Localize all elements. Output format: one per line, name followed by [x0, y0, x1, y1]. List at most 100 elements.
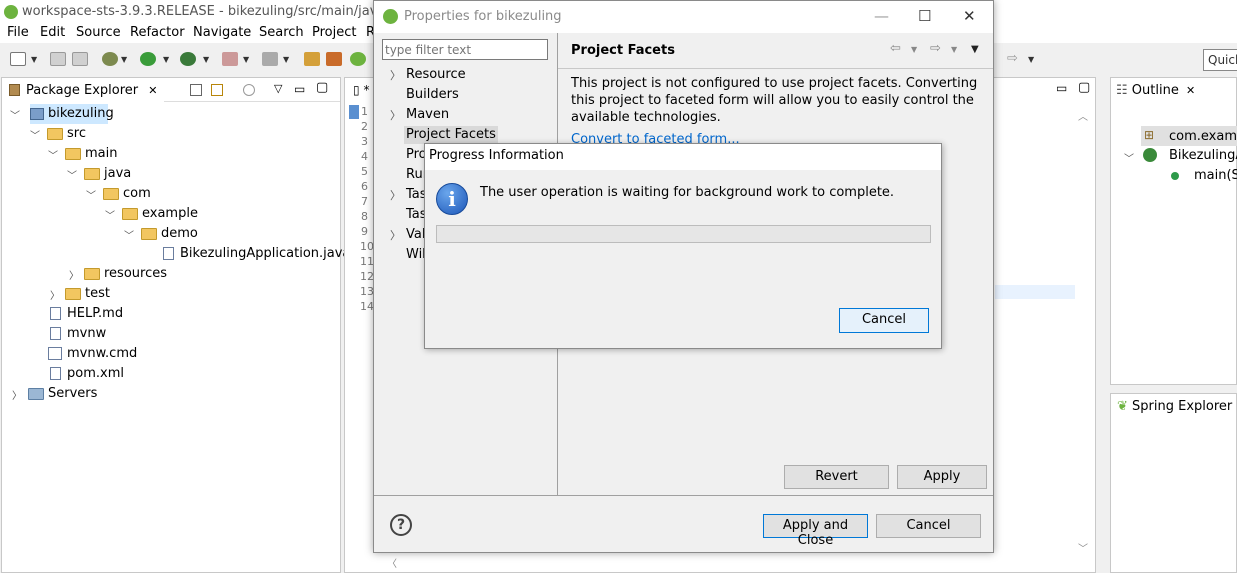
chevron-down-icon[interactable]: ﹀ [105, 207, 115, 222]
menu-search[interactable]: Search [259, 25, 304, 40]
focus-icon[interactable] [243, 84, 255, 96]
quick-access-input[interactable]: Quick [1203, 49, 1237, 71]
chevron-down-icon[interactable]: ▼ [203, 55, 209, 64]
save-icon[interactable] [50, 52, 66, 66]
spring-dashboard-icon[interactable] [350, 52, 366, 66]
minimize-icon[interactable]: — [874, 7, 889, 25]
scroll-up-icon[interactable]: ︿ [1078, 108, 1088, 123]
tree-item-label: BikezulingApplication.java [180, 246, 351, 261]
debug-icon[interactable] [102, 52, 118, 66]
maximize-icon[interactable]: ▢ [316, 80, 328, 95]
chevron-down-icon[interactable]: ▼ [283, 55, 289, 64]
chevron-down-icon[interactable]: ﹀ [86, 187, 96, 202]
chevron-down-icon[interactable]: ▼ [911, 45, 917, 54]
tab-label: Spring Explorer [1132, 399, 1233, 414]
line-number: 14 [360, 300, 374, 313]
apply-button[interactable]: Apply [897, 465, 987, 489]
outline-item-label[interactable]: BikezulingA [1169, 148, 1237, 163]
chevron-right-icon[interactable]: 〉 [12, 387, 22, 402]
chevron-right-icon[interactable]: 〉 [390, 107, 401, 123]
save-all-icon[interactable] [72, 52, 88, 66]
chevron-down-icon[interactable]: ﹀ [48, 147, 58, 162]
maximize-icon[interactable]: ▢ [1078, 80, 1090, 95]
chevron-down-icon[interactable]: ▼ [31, 55, 37, 64]
chevron-down-icon[interactable]: ﹀ [10, 107, 20, 122]
menu-refactor[interactable]: Refactor [130, 25, 185, 40]
filter-input[interactable] [382, 39, 548, 60]
chevron-right-icon[interactable]: 〉 [390, 187, 401, 203]
package-explorer-icon [9, 84, 20, 96]
forward-arrow-icon[interactable]: ⇨ [1007, 51, 1018, 66]
servers-icon[interactable] [262, 52, 278, 66]
view-menu-icon[interactable]: ▼ [971, 44, 979, 55]
nav-item-project-facets[interactable]: Project Facets [404, 126, 498, 144]
help-icon[interactable]: ? [390, 514, 412, 536]
close-icon[interactable]: ✕ [148, 84, 157, 97]
outline-selected-row[interactable]: ⊞ com.examp [1141, 126, 1237, 146]
line-number: 8 [361, 210, 368, 223]
chevron-down-icon[interactable]: ▼ [243, 55, 249, 64]
tree-item-label: HELP.md [67, 306, 124, 321]
chevron-down-icon[interactable]: ﹀ [1124, 150, 1134, 165]
tab-spring-explorer[interactable]: ❦ Spring Explorer [1117, 399, 1232, 414]
revert-button[interactable]: Revert [784, 465, 889, 489]
chevron-right-icon[interactable]: 〉 [390, 227, 401, 243]
menu-edit[interactable]: Edit [40, 25, 65, 40]
spring-logo-icon [383, 9, 398, 24]
minimize-icon[interactable]: ▭ [294, 82, 305, 96]
tree-item-label: src [67, 126, 86, 141]
change-marker [349, 105, 359, 119]
tab-outline[interactable]: ☷ Outline ✕ [1116, 83, 1195, 98]
tab-package-explorer[interactable]: Package Explorer ✕ [2, 78, 164, 102]
link-with-editor-icon[interactable] [211, 84, 223, 96]
menu-navigate[interactable]: Navigate [193, 25, 251, 40]
new-spring-project-icon[interactable] [304, 52, 320, 66]
view-menu-icon[interactable]: ▽ [274, 82, 282, 95]
back-arrow-icon[interactable]: ⇦ [890, 41, 901, 56]
forward-arrow-icon[interactable]: ⇨ [930, 41, 941, 56]
menu-project[interactable]: Project [312, 25, 356, 40]
menu-file[interactable]: File [7, 25, 29, 40]
apply-and-close-button[interactable]: Apply and Close [763, 514, 868, 548]
outline-item-label: com.examp [1169, 129, 1237, 144]
chevron-right-icon[interactable]: 〉 [50, 287, 60, 302]
scroll-down-icon[interactable]: ﹀ [1078, 540, 1088, 555]
close-icon[interactable]: ✕ [963, 7, 976, 25]
menu-source[interactable]: Source [76, 25, 121, 40]
scroll-left-icon[interactable]: 〈 [387, 555, 397, 570]
line-number: 12 [360, 270, 374, 283]
divider [374, 495, 993, 496]
chevron-down-icon[interactable]: ﹀ [67, 167, 77, 182]
minimize-icon[interactable]: ▭ [1056, 81, 1067, 95]
line-number: 1 [361, 105, 368, 118]
line-number: 6 [361, 180, 368, 193]
maximize-icon[interactable]: ☐ [918, 7, 931, 25]
editor-tab[interactable]: ▯ * [353, 83, 369, 97]
info-icon: i [436, 183, 468, 215]
cmd-file-icon [48, 347, 62, 360]
new-icon[interactable] [10, 52, 26, 66]
run-icon[interactable] [140, 52, 156, 66]
chevron-right-icon[interactable]: 〉 [390, 67, 401, 83]
chevron-right-icon[interactable]: 〉 [69, 267, 79, 282]
chevron-down-icon[interactable]: ▼ [951, 45, 957, 54]
chevron-down-icon[interactable]: ﹀ [30, 127, 40, 142]
outline-item-label[interactable]: main(St [1194, 168, 1237, 183]
nav-item-maven[interactable]: Maven [404, 106, 451, 124]
markdown-file-icon [50, 307, 61, 320]
close-icon[interactable]: ✕ [1186, 84, 1195, 97]
open-type-icon[interactable] [326, 52, 342, 66]
stop-icon[interactable] [222, 52, 238, 66]
progress-cancel-button[interactable]: Cancel [839, 308, 929, 333]
chevron-down-icon[interactable]: ▼ [163, 55, 169, 64]
chevron-down-icon[interactable]: ▼ [121, 55, 127, 64]
cancel-button[interactable]: Cancel [876, 514, 981, 538]
run-external-icon[interactable] [180, 52, 196, 66]
tab-label: Package Explorer [26, 83, 139, 98]
chevron-down-icon[interactable]: ▼ [1028, 55, 1034, 64]
chevron-down-icon[interactable]: ﹀ [124, 227, 134, 242]
nav-item-builders[interactable]: Builders [404, 86, 461, 104]
file-icon [50, 327, 61, 340]
collapse-all-icon[interactable] [190, 84, 202, 96]
nav-item-resource[interactable]: Resource [404, 66, 468, 84]
